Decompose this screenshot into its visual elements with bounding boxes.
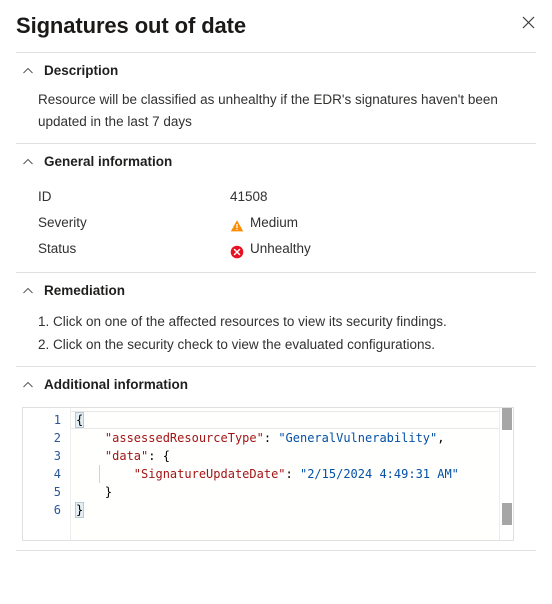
indent-guide [99,465,100,483]
chevron-up-icon[interactable] [22,284,34,296]
code-gutter: 1 2 3 4 5 6 [23,408,71,540]
field-value-id: 41508 [230,184,536,210]
json-open-brace: { [162,449,170,463]
json-key: "assessedResourceType" [104,431,264,445]
chevron-up-icon[interactable] [22,155,34,167]
json-open-brace: { [74,412,85,428]
remediation-step: 1. Click on one of the affected resource… [38,314,447,329]
section-title-remediation: Remediation [44,282,126,298]
code-line: } [71,501,513,519]
section-header-description[interactable]: Description [16,53,536,87]
json-close-brace: } [74,502,85,518]
section-title-additional-information: Additional information [44,376,188,392]
code-line: "SignatureUpdateDate": "2/15/2024 4:49:3… [71,465,513,483]
close-button[interactable] [512,6,544,38]
json-colon: : [285,467,300,481]
json-colon: : [148,449,163,463]
section-title-general-information: General information [44,153,173,169]
field-value-status: Unhealthy [230,236,536,262]
section-body-remediation: 1. Click on one of the affected resource… [16,307,536,366]
line-number: 5 [53,485,61,499]
section-general-information: General information ID 41508 Severity Me… [0,144,552,272]
code-line: } [71,483,513,501]
field-label-severity: Severity [38,215,87,230]
section-header-remediation[interactable]: Remediation [16,273,536,307]
code-content[interactable]: { "assessedResourceType": "GeneralVulner… [71,408,513,540]
line-number: 3 [53,449,61,463]
code-line: "data": { [71,447,513,465]
remediation-steps: 1. Click on one of the affected resource… [38,307,536,356]
section-header-general-information[interactable]: General information [16,144,536,178]
page-title: Signatures out of date [16,13,247,38]
json-key: "data" [104,449,149,463]
code-line: "assessedResourceType": "GeneralVulnerab… [71,429,513,447]
json-colon: : [263,431,279,445]
section-body-description: Resource will be classified as unhealthy… [16,87,536,143]
scrollbar-marker[interactable] [502,503,512,525]
chevron-up-icon[interactable] [22,378,34,390]
divider-bottom [16,550,536,551]
chevron-up-icon[interactable] [22,64,34,76]
json-string-value: "GeneralVulnerability" [278,431,438,445]
field-label-status: Status [38,241,77,256]
section-remediation: Remediation 1. Click on one of the affec… [0,273,552,366]
section-title-description: Description [44,62,119,78]
section-body-general-information: ID 41508 Severity Medium Status Unhealth… [16,178,536,272]
section-header-additional-information[interactable]: Additional information [16,367,536,401]
warning-triangle-icon [230,216,244,232]
code-vertical-scrollbar[interactable] [499,408,513,540]
id-value: 41508 [230,189,268,204]
remediation-step: 2. Click on the security check to view t… [38,337,435,352]
line-number: 1 [53,413,61,427]
json-string-value: "2/15/2024 4:49:31 AM" [299,467,459,481]
scrollbar-thumb[interactable] [502,408,512,430]
error-circle-icon [230,242,244,259]
section-description: Description Resource will be classified … [0,53,552,143]
general-information-table: ID 41508 Severity Medium Status Unhealth… [38,178,536,262]
field-label-id: ID [38,189,52,204]
json-key: "SignatureUpdateDate" [133,467,286,481]
line-number: 4 [53,467,61,481]
status-value: Unhealthy [250,241,311,256]
close-icon [522,16,535,29]
code-line: { [71,411,513,429]
line-number: 6 [53,503,61,517]
json-comma: , [437,431,445,445]
section-additional-information: Additional information [0,367,552,401]
field-value-severity: Medium [230,210,536,236]
json-code-editor[interactable]: 1 2 3 4 5 6 { "assessedResourceType": "G… [22,407,514,541]
severity-value: Medium [250,215,299,230]
line-number: 2 [53,431,61,445]
panel-header: Signatures out of date [0,0,552,52]
description-text: Resource will be classified as unhealthy… [38,92,498,129]
json-close-brace: } [104,485,113,499]
